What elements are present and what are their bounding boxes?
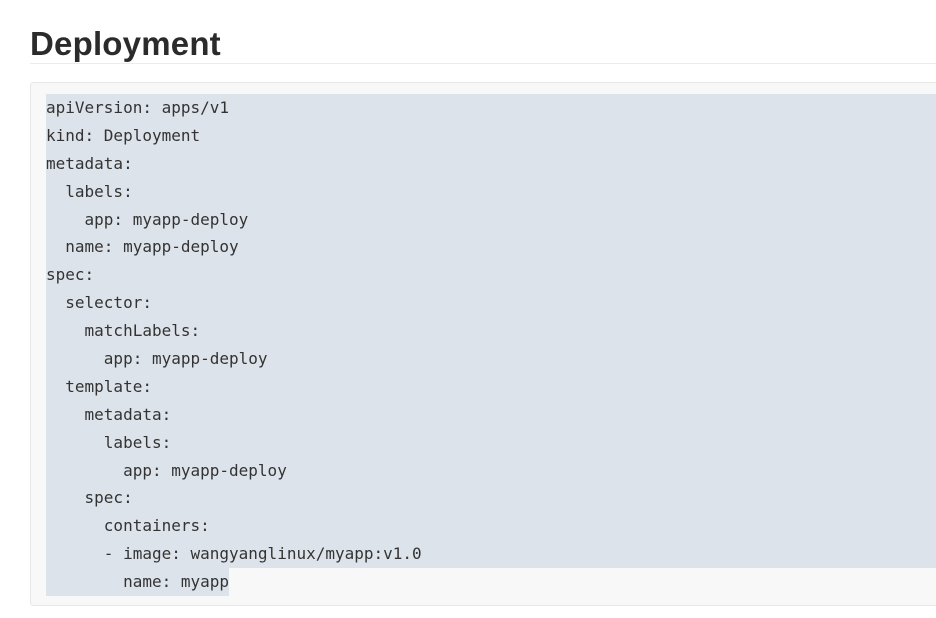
code-line: apiVersion: apps/v1 <box>46 94 422 122</box>
code-line: labels: <box>46 428 422 457</box>
code-line-text: app: myapp-deploy <box>46 205 249 234</box>
code-line: metadata: <box>46 149 422 178</box>
code-line-text: selector: <box>46 289 152 318</box>
code-line: app: myapp-deploy <box>46 205 422 234</box>
code-line-text: metadata: <box>46 400 172 429</box>
code-line: selector: <box>46 289 422 318</box>
code-line-text: - image: wangyanglinux/myapp:v1.0 <box>46 540 422 569</box>
code-line: name: myapp-deploy <box>46 233 422 262</box>
code-lines: apiVersion: apps/v1 kind: Deployment met… <box>46 94 422 597</box>
code-block[interactable]: apiVersion: apps/v1 kind: Deployment met… <box>30 82 936 606</box>
code-line-text: apiVersion: apps/v1 <box>46 94 230 122</box>
code-line: template: <box>46 372 422 401</box>
code-line: metadata: <box>46 400 422 429</box>
code-line: containers: <box>46 512 422 541</box>
code-line-text: app: myapp-deploy <box>46 345 268 373</box>
page-title: Deployment <box>30 25 221 62</box>
code-line-text: spec: <box>46 261 95 290</box>
code-line: spec: <box>46 484 422 513</box>
code-line-text: name: myapp <box>46 568 230 597</box>
code-line-text: labels: <box>46 177 133 206</box>
code-line: - image: wangyanglinux/myapp:v1.0 <box>46 540 422 569</box>
code-line-text: app: myapp-deploy <box>46 456 287 485</box>
code-line: labels: <box>46 177 422 206</box>
code-line-text: spec: <box>46 484 133 513</box>
code-line-text: metadata: <box>46 149 133 178</box>
code-line-text: matchLabels: <box>46 317 201 346</box>
code-line-text: template: <box>46 372 152 401</box>
code-line: spec: <box>46 261 422 290</box>
code-line-text: kind: Deployment <box>46 121 201 150</box>
code-line: name: myapp <box>46 568 422 597</box>
code-line: app: myapp-deploy <box>46 456 422 485</box>
code-line: app: myapp-deploy <box>46 345 422 373</box>
code-line: matchLabels: <box>46 317 422 346</box>
code-line-text: containers: <box>46 512 210 541</box>
code-line-text: labels: <box>46 428 172 457</box>
code-line-text: name: myapp-deploy <box>46 233 239 262</box>
code-line: kind: Deployment <box>46 121 422 150</box>
title-divider <box>30 63 936 64</box>
